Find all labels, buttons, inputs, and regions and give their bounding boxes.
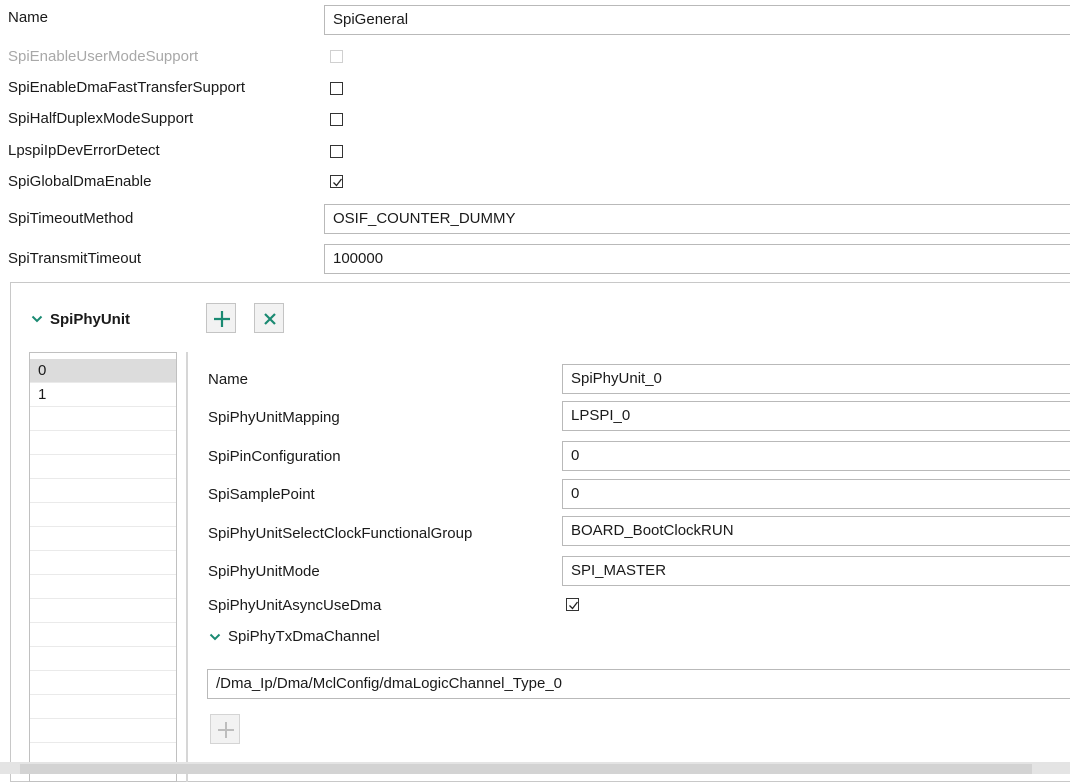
lpspi-dev-error-detect-checkbox[interactable] [330,145,343,158]
unit-name-label: Name [208,371,249,388]
list-item-empty [30,527,176,551]
async-use-dma-checkbox[interactable] [566,598,579,611]
unit-name-field[interactable]: SpiPhyUnit_0 [562,364,1070,394]
spi-enable-user-mode-checkbox[interactable] [330,50,343,63]
spi-transmit-timeout-field[interactable]: 100000 [324,244,1070,274]
sample-point-field[interactable]: 0 [562,479,1070,509]
plus-icon [214,311,230,327]
list-item[interactable]: 0 [30,359,176,383]
unit-mapping-field[interactable]: LPSPI_0 [562,401,1070,431]
list-item-empty [30,671,176,695]
panel-splitter[interactable] [186,352,188,782]
spi-enable-dma-fast-transfer-checkbox[interactable] [330,82,343,95]
spi-enable-user-mode-label: SpiEnableUserModeSupport [8,48,199,65]
pin-configuration-field[interactable]: 0 [562,441,1070,471]
lpspi-dev-error-detect-label: LpspiIpDevErrorDetect [8,142,160,159]
list-item[interactable]: 1 [30,383,176,407]
clock-functional-group-label: SpiPhyUnitSelectClockFunctionalGroup [208,525,473,542]
chevron-down-icon[interactable] [31,314,43,324]
list-item-empty [30,431,176,455]
check-icon [333,178,343,187]
list-item-empty [30,479,176,503]
chevron-down-icon[interactable] [209,632,221,642]
add-phy-unit-button[interactable] [206,303,236,333]
spi-half-duplex-label: SpiHalfDuplexModeSupport [8,110,194,127]
unit-mode-label: SpiPhyUnitMode [208,563,320,580]
remove-phy-unit-button[interactable] [254,303,284,333]
sample-point-label: SpiSamplePoint [208,486,315,503]
async-use-dma-label: SpiPhyUnitAsyncUseDma [208,597,382,614]
phy-unit-list[interactable]: 0 1 [29,352,177,782]
name-label: Name [8,9,49,26]
check-icon [569,601,579,610]
spi-timeout-method-field[interactable]: OSIF_COUNTER_DUMMY [324,204,1070,234]
list-item-empty [30,503,176,527]
clock-functional-group-field[interactable]: BOARD_BootClockRUN [562,516,1070,546]
spi-global-dma-enable-label: SpiGlobalDmaEnable [8,173,152,190]
add-tx-dma-channel-button[interactable] [210,714,240,744]
list-item-empty [30,455,176,479]
scrollbar-thumb[interactable] [20,764,1032,774]
tx-dma-channel-field[interactable]: /Dma_Ip/Dma/MclConfig/dmaLogicChannel_Ty… [207,669,1070,699]
list-item-empty [30,575,176,599]
list-item-empty [30,407,176,431]
spi-global-dma-enable-checkbox[interactable] [330,175,343,188]
list-item-empty [30,647,176,671]
list-item-empty [30,599,176,623]
pin-configuration-label: SpiPinConfiguration [208,448,341,465]
spi-phy-unit-title: SpiPhyUnit [50,311,131,328]
plus-icon [218,722,234,738]
unit-mode-field[interactable]: SPI_MASTER [562,556,1070,586]
spi-half-duplex-checkbox[interactable] [330,113,343,126]
list-item-empty [30,695,176,719]
x-icon [264,313,276,325]
spi-enable-dma-fast-transfer-label: SpiEnableDmaFastTransferSupport [8,79,246,96]
list-item-empty [30,551,176,575]
spi-timeout-method-label: SpiTimeoutMethod [8,210,134,227]
unit-mapping-label: SpiPhyUnitMapping [208,409,340,426]
spi-transmit-timeout-label: SpiTransmitTimeout [8,250,142,267]
tx-dma-channel-title: SpiPhyTxDmaChannel [228,628,380,645]
name-field[interactable]: SpiGeneral [324,5,1070,35]
list-item-empty [30,623,176,647]
list-item-empty [30,719,176,743]
